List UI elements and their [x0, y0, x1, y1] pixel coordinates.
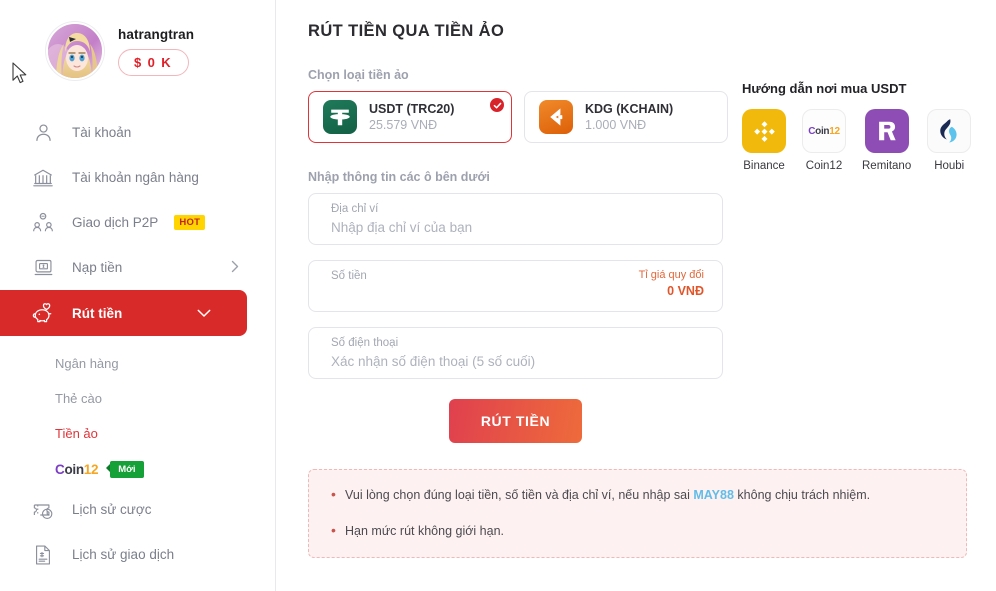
sidebar-nav: Tài khoản Tài khoản ngân hàng Giao dịch …	[0, 110, 275, 577]
sidebar-item-lich-su-giao-dich[interactable]: Lịch sử giao dịch	[0, 532, 275, 577]
wallet-address-field[interactable]: Địa chỉ ví Nhập địa chỉ ví của bạn	[308, 193, 723, 245]
sidebar-item-giao-dich-p2p[interactable]: Giao dịch P2P HOT	[0, 200, 275, 245]
submenu-item-coin12[interactable]: Coin12 Mới	[0, 451, 275, 487]
sidebar-item-rut-tien[interactable]: Rút tiền	[0, 290, 247, 336]
sidebar-item-label: Tài khoản ngân hàng	[72, 170, 199, 185]
hot-badge: HOT	[174, 214, 206, 231]
coin12-logo-icon: Coin12	[802, 109, 846, 153]
exchange-coin12[interactable]: Coin12 Coin12	[802, 109, 846, 172]
submit-row: RÚT TIỀN	[308, 399, 723, 443]
coin-card-usdt[interactable]: USDT (TRC20) 25.579 VNĐ	[308, 91, 512, 143]
chevron-right-icon	[231, 260, 239, 276]
conversion-rate-box: Tỉ giá quy đổi 0 VNĐ	[639, 268, 704, 299]
sidebar-item-label: Tài khoản	[72, 125, 132, 140]
p2p-people-icon	[30, 210, 56, 236]
guide-panel: Hướng dẫn nơi mua USDT Binance Coin12 Co…	[742, 41, 972, 443]
chevron-down-icon[interactable]	[197, 306, 211, 321]
form-section-label: Nhập thông tin các ô bên dưới	[308, 170, 490, 184]
guide-title: Hướng dẫn nơi mua USDT	[742, 81, 907, 96]
coin-rate: 25.579 VNĐ	[369, 118, 438, 132]
sidebar-item-label: Rút tiền	[72, 305, 123, 321]
person-icon	[30, 120, 56, 146]
atm-deposit-icon	[30, 255, 56, 281]
submenu-item-label: Thẻ cào	[55, 391, 102, 406]
tether-icon	[323, 100, 357, 134]
ticket-clock-icon	[30, 497, 56, 523]
exchange-remitano[interactable]: Remitano	[862, 109, 911, 172]
coin12-logo: Coin12	[55, 461, 99, 477]
submenu-item-the-cao[interactable]: Thẻ cào	[0, 381, 275, 416]
coin-card-kdg[interactable]: KDG (KCHAIN) 1.000 VNĐ	[524, 91, 728, 143]
page-root: hatrangtran $ 0 K Tài khoản Tài khoản ng…	[0, 0, 996, 591]
sidebar-item-label: Lịch sử cược	[72, 502, 152, 517]
submenu-item-label: Ngân hàng	[55, 356, 119, 371]
coin-name: USDT (TRC20)	[369, 102, 455, 116]
coin-section-label: Chọn loại tiền ảo	[308, 68, 409, 82]
sidebar-item-label: Giao dịch P2P	[72, 215, 159, 230]
new-badge: Mới	[106, 460, 144, 478]
notice-item: Hạn mức rút không giới hạn.	[331, 521, 944, 541]
wallet-address-input[interactable]: Nhập địa chỉ ví của bạn	[331, 218, 706, 238]
document-dollar-icon	[30, 542, 56, 568]
sidebar-item-label: Lịch sử giao dịch	[72, 547, 175, 562]
notice-item: Vui lòng chọn đúng loại tiền, số tiền và…	[331, 485, 944, 505]
exchange-name: Coin12	[805, 160, 843, 172]
withdraw-submit-button[interactable]: RÚT TIỀN	[449, 399, 582, 443]
notice-text-before: Vui lòng chọn đúng loại tiền, số tiền và…	[345, 488, 694, 502]
exchange-list: Binance Coin12 Coin12 Remitano Houbi	[742, 109, 972, 172]
submenu-item-label: Tiền ảo	[55, 426, 98, 441]
username: hatrangtran	[118, 26, 195, 42]
kdg-arrow-icon	[539, 100, 573, 134]
coin-name: KDG (KCHAIN)	[585, 102, 674, 116]
sidebar-item-nap-tien[interactable]: Nạp tiền	[0, 245, 275, 290]
phone-input[interactable]: Xác nhận số điện thoại (5 số cuối)	[331, 352, 706, 372]
binance-logo-icon	[742, 109, 786, 153]
sidebar-item-tai-khoan-ngan-hang[interactable]: Tài khoản ngân hàng	[0, 155, 275, 200]
form-column: Chọn loại tiền ảo USDT (TRC20) 25.579 VN…	[308, 41, 728, 443]
huobi-logo-icon	[927, 109, 972, 153]
check-circle-icon	[490, 98, 504, 112]
balance-badge[interactable]: $ 0 K	[118, 48, 190, 76]
profile-block: hatrangtran $ 0 K	[0, 0, 275, 80]
coin-rate: 1.000 VNĐ	[585, 118, 647, 132]
withdraw-submenu: Ngân hàng Thẻ cào Tiền ảo Coin12 Mới	[0, 336, 275, 487]
notice-text-before: Hạn mức rút không giới hạn.	[345, 524, 505, 538]
notice-text-after: không chịu trách nhiệm.	[733, 488, 871, 502]
exchange-name: Binance	[743, 160, 785, 172]
page-title: RÚT TIỀN QUA TIỀN ẢO	[308, 22, 505, 40]
piggy-bank-heart-icon	[30, 300, 56, 326]
sidebar-item-lich-su-cuoc[interactable]: Lịch sử cược	[0, 487, 275, 532]
may88-link[interactable]: MAY88	[693, 488, 734, 502]
user-avatar-anime-icon	[48, 24, 102, 78]
conversion-rate-value: 0 VNĐ	[667, 284, 704, 298]
field-label: Số điện thoại	[331, 337, 399, 349]
exchange-name: Houbi	[934, 160, 965, 172]
main-content: RÚT TIỀN QUA TIỀN ẢO Chọn loại tiền ảo U…	[276, 0, 996, 591]
exchange-houbi[interactable]: Houbi	[927, 109, 972, 172]
submenu-item-ngan-hang[interactable]: Ngân hàng	[0, 346, 275, 381]
notice-list: Vui lòng chọn đúng loại tiền, số tiền và…	[331, 485, 944, 541]
content-row: Chọn loại tiền ảo USDT (TRC20) 25.579 VN…	[308, 41, 996, 443]
exchange-binance[interactable]: Binance	[742, 109, 786, 172]
sidebar: hatrangtran $ 0 K Tài khoản Tài khoản ng…	[0, 0, 276, 591]
field-label: Địa chỉ ví	[331, 203, 379, 215]
coin-card-list: USDT (TRC20) 25.579 VNĐ KDG (KCHAIN) 1.0…	[308, 91, 728, 143]
remitano-logo-icon	[864, 109, 909, 153]
conversion-rate-label: Tỉ giá quy đổi	[638, 269, 704, 281]
sidebar-item-label: Nạp tiền	[72, 260, 123, 275]
amount-field[interactable]: Số tiền Tỉ giá quy đổi 0 VNĐ	[308, 260, 723, 312]
avatar[interactable]	[46, 22, 104, 80]
bank-icon	[30, 165, 56, 191]
submenu-item-tien-ao[interactable]: Tiền ảo	[0, 416, 275, 451]
sidebar-item-tai-khoan[interactable]: Tài khoản	[0, 110, 275, 155]
notice-box: Vui lòng chọn đúng loại tiền, số tiền và…	[308, 469, 967, 558]
phone-field[interactable]: Số điện thoại Xác nhận số điện thoại (5 …	[308, 327, 723, 379]
exchange-name: Remitano	[862, 160, 912, 172]
